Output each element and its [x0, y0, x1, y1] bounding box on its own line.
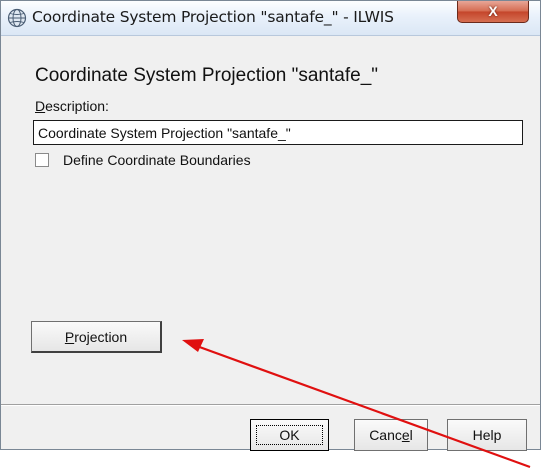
projection-button-rest: rojection: [74, 329, 128, 345]
close-icon: X: [488, 3, 498, 19]
cancel-button[interactable]: Cancel: [354, 419, 428, 451]
cancel-label-pre: Canc: [369, 427, 402, 443]
projection-button[interactable]: Projection: [31, 321, 162, 353]
footer-separator: [1, 404, 540, 406]
projection-button-accel: P: [64, 329, 75, 345]
description-label-rest: escription:: [45, 98, 109, 114]
help-label: Help: [472, 427, 502, 443]
ok-button[interactable]: OK: [250, 419, 329, 451]
define-boundaries-label[interactable]: Define Coordinate Boundaries: [63, 152, 251, 168]
cancel-label-accel: e: [401, 427, 410, 443]
close-button[interactable]: X: [457, 1, 529, 23]
dialog-heading: Coordinate System Projection "santafe_": [35, 65, 379, 86]
dialog-window: Coordinate System Projection "santafe_" …: [0, 0, 541, 451]
description-label-accel: D: [35, 98, 46, 114]
window-title: Coordinate System Projection "santafe_" …: [32, 8, 394, 26]
define-boundaries-checkbox[interactable]: [35, 153, 49, 167]
help-button[interactable]: Help: [447, 419, 527, 451]
globe-icon: [7, 8, 27, 28]
cancel-label-post: l: [409, 427, 413, 443]
title-bar[interactable]: Coordinate System Projection "santafe_" …: [1, 1, 540, 36]
description-label: Description:: [35, 98, 109, 114]
description-input[interactable]: [33, 120, 523, 145]
ok-label: OK: [279, 427, 300, 443]
